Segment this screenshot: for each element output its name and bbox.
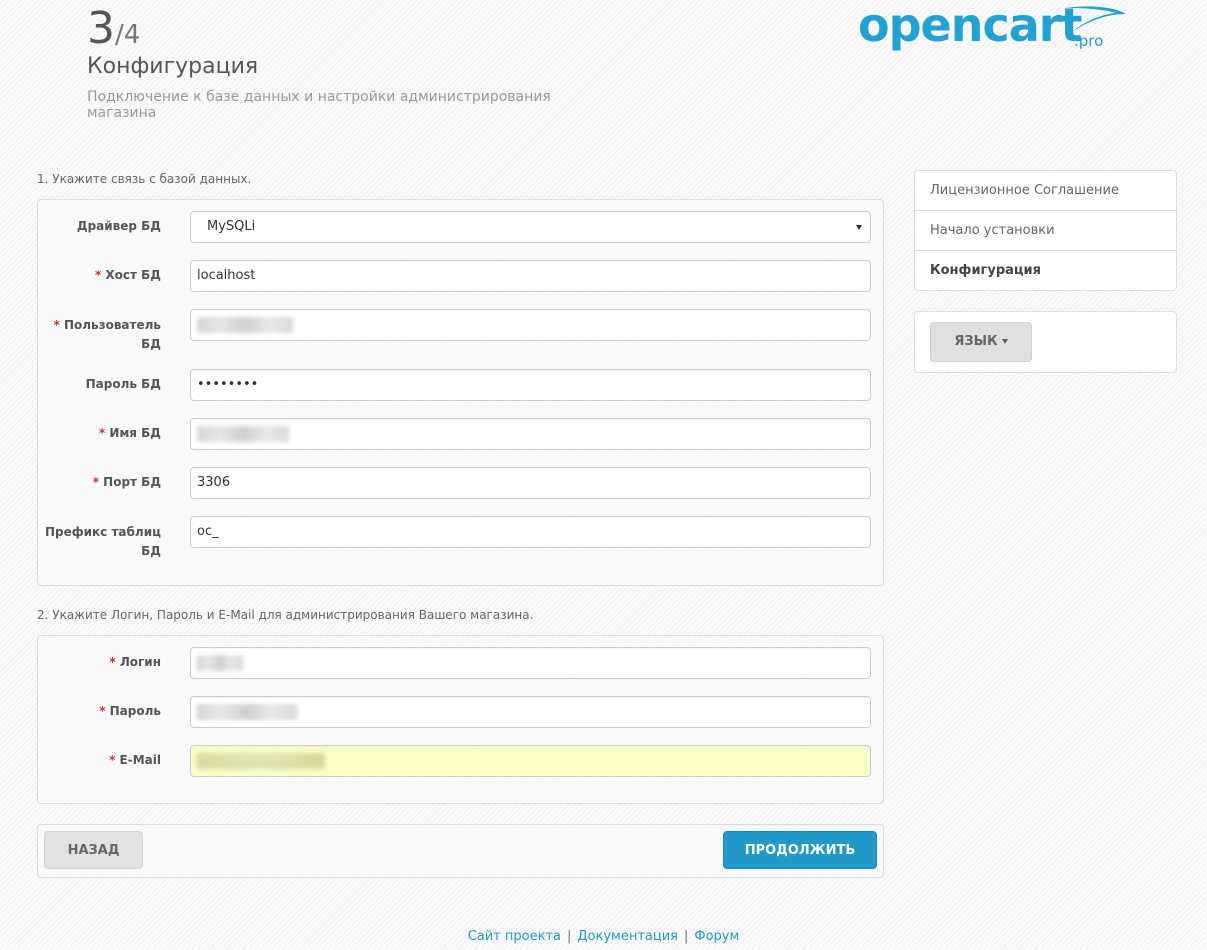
chevron-down-icon [1001, 339, 1008, 344]
redacted-value [197, 752, 325, 769]
admin-login-label: * Логин [109, 655, 161, 669]
redacted-value [197, 703, 297, 720]
footer-links: Сайт проекта | Документация | Форум [467, 929, 740, 944]
db-name-label: * Имя БД [98, 426, 161, 440]
step-item-license[interactable]: Лицензионное Соглашение [915, 171, 1176, 211]
admin-section-legend: 2. Укажите Логин, Пароль и E-Mail для ад… [37, 608, 534, 622]
page-subtitle: Подключение к базе данных и настройки ад… [87, 89, 551, 121]
db-settings-panel: Драйвер БД MySQLi * Хост БД localhost * … [37, 199, 884, 586]
db-driver-select[interactable]: MySQLi [190, 211, 871, 243]
footer-link-documentation[interactable]: Документация [577, 929, 678, 944]
admin-email-input[interactable] [190, 745, 871, 777]
install-steps-list: Лицензионное Соглашение Начало установки… [914, 170, 1177, 291]
db-host-input[interactable]: localhost [190, 260, 871, 292]
db-host-label: * Хост БД [94, 268, 161, 282]
step-indicator: 3/4 [87, 3, 141, 54]
admin-password-input[interactable] [190, 696, 871, 728]
continue-button[interactable]: ПРОДОЛЖИТЬ [723, 831, 877, 869]
redacted-value [197, 654, 243, 671]
step-current: 3 [87, 3, 115, 54]
db-port-label: * Порт БД [92, 475, 161, 489]
db-port-input[interactable]: 3306 [190, 467, 871, 499]
admin-login-input[interactable] [190, 647, 871, 679]
footer-link-forum[interactable]: Форум [694, 929, 739, 944]
redacted-value [197, 316, 293, 333]
logo-word: opencart [858, 0, 1082, 52]
logo-suffix: .pro [1074, 32, 1104, 50]
step-total: 4 [123, 20, 141, 50]
db-user-input[interactable] [190, 309, 871, 341]
admin-password-label: * Пароль [99, 704, 161, 718]
footer-link-project-site[interactable]: Сайт проекта [468, 929, 561, 944]
db-name-input[interactable] [190, 418, 871, 450]
db-user-label: * Пользователь БД [53, 318, 162, 351]
db-password-input[interactable]: •••••••• [190, 369, 871, 401]
db-prefix-label: Префикс таблиц БД [44, 525, 161, 558]
db-section-legend: 1. Укажите связь с базой данных. [37, 172, 252, 186]
admin-email-label: * E-Mail [109, 753, 161, 767]
redacted-value [197, 425, 289, 442]
language-dropdown-button[interactable]: ЯЗЫК [930, 322, 1032, 362]
select-caret-icon [856, 225, 862, 230]
language-panel: ЯЗЫК [914, 311, 1177, 373]
page-title: Конфигурация [87, 54, 259, 79]
step-item-install-start[interactable]: Начало установки [915, 211, 1176, 251]
admin-settings-panel: * Логин * Пароль * E-Mail [37, 635, 884, 804]
db-driver-label: Драйвер БД [76, 219, 161, 233]
db-password-label: Пароль БД [85, 377, 161, 391]
opencart-logo: opencart .pro [858, 0, 1138, 62]
back-button[interactable]: НАЗАД [44, 831, 143, 869]
db-prefix-input[interactable]: oc_ [190, 516, 871, 548]
form-actions: НАЗАД ПРОДОЛЖИТЬ [37, 824, 884, 878]
step-item-configuration[interactable]: Конфигурация [915, 251, 1176, 290]
